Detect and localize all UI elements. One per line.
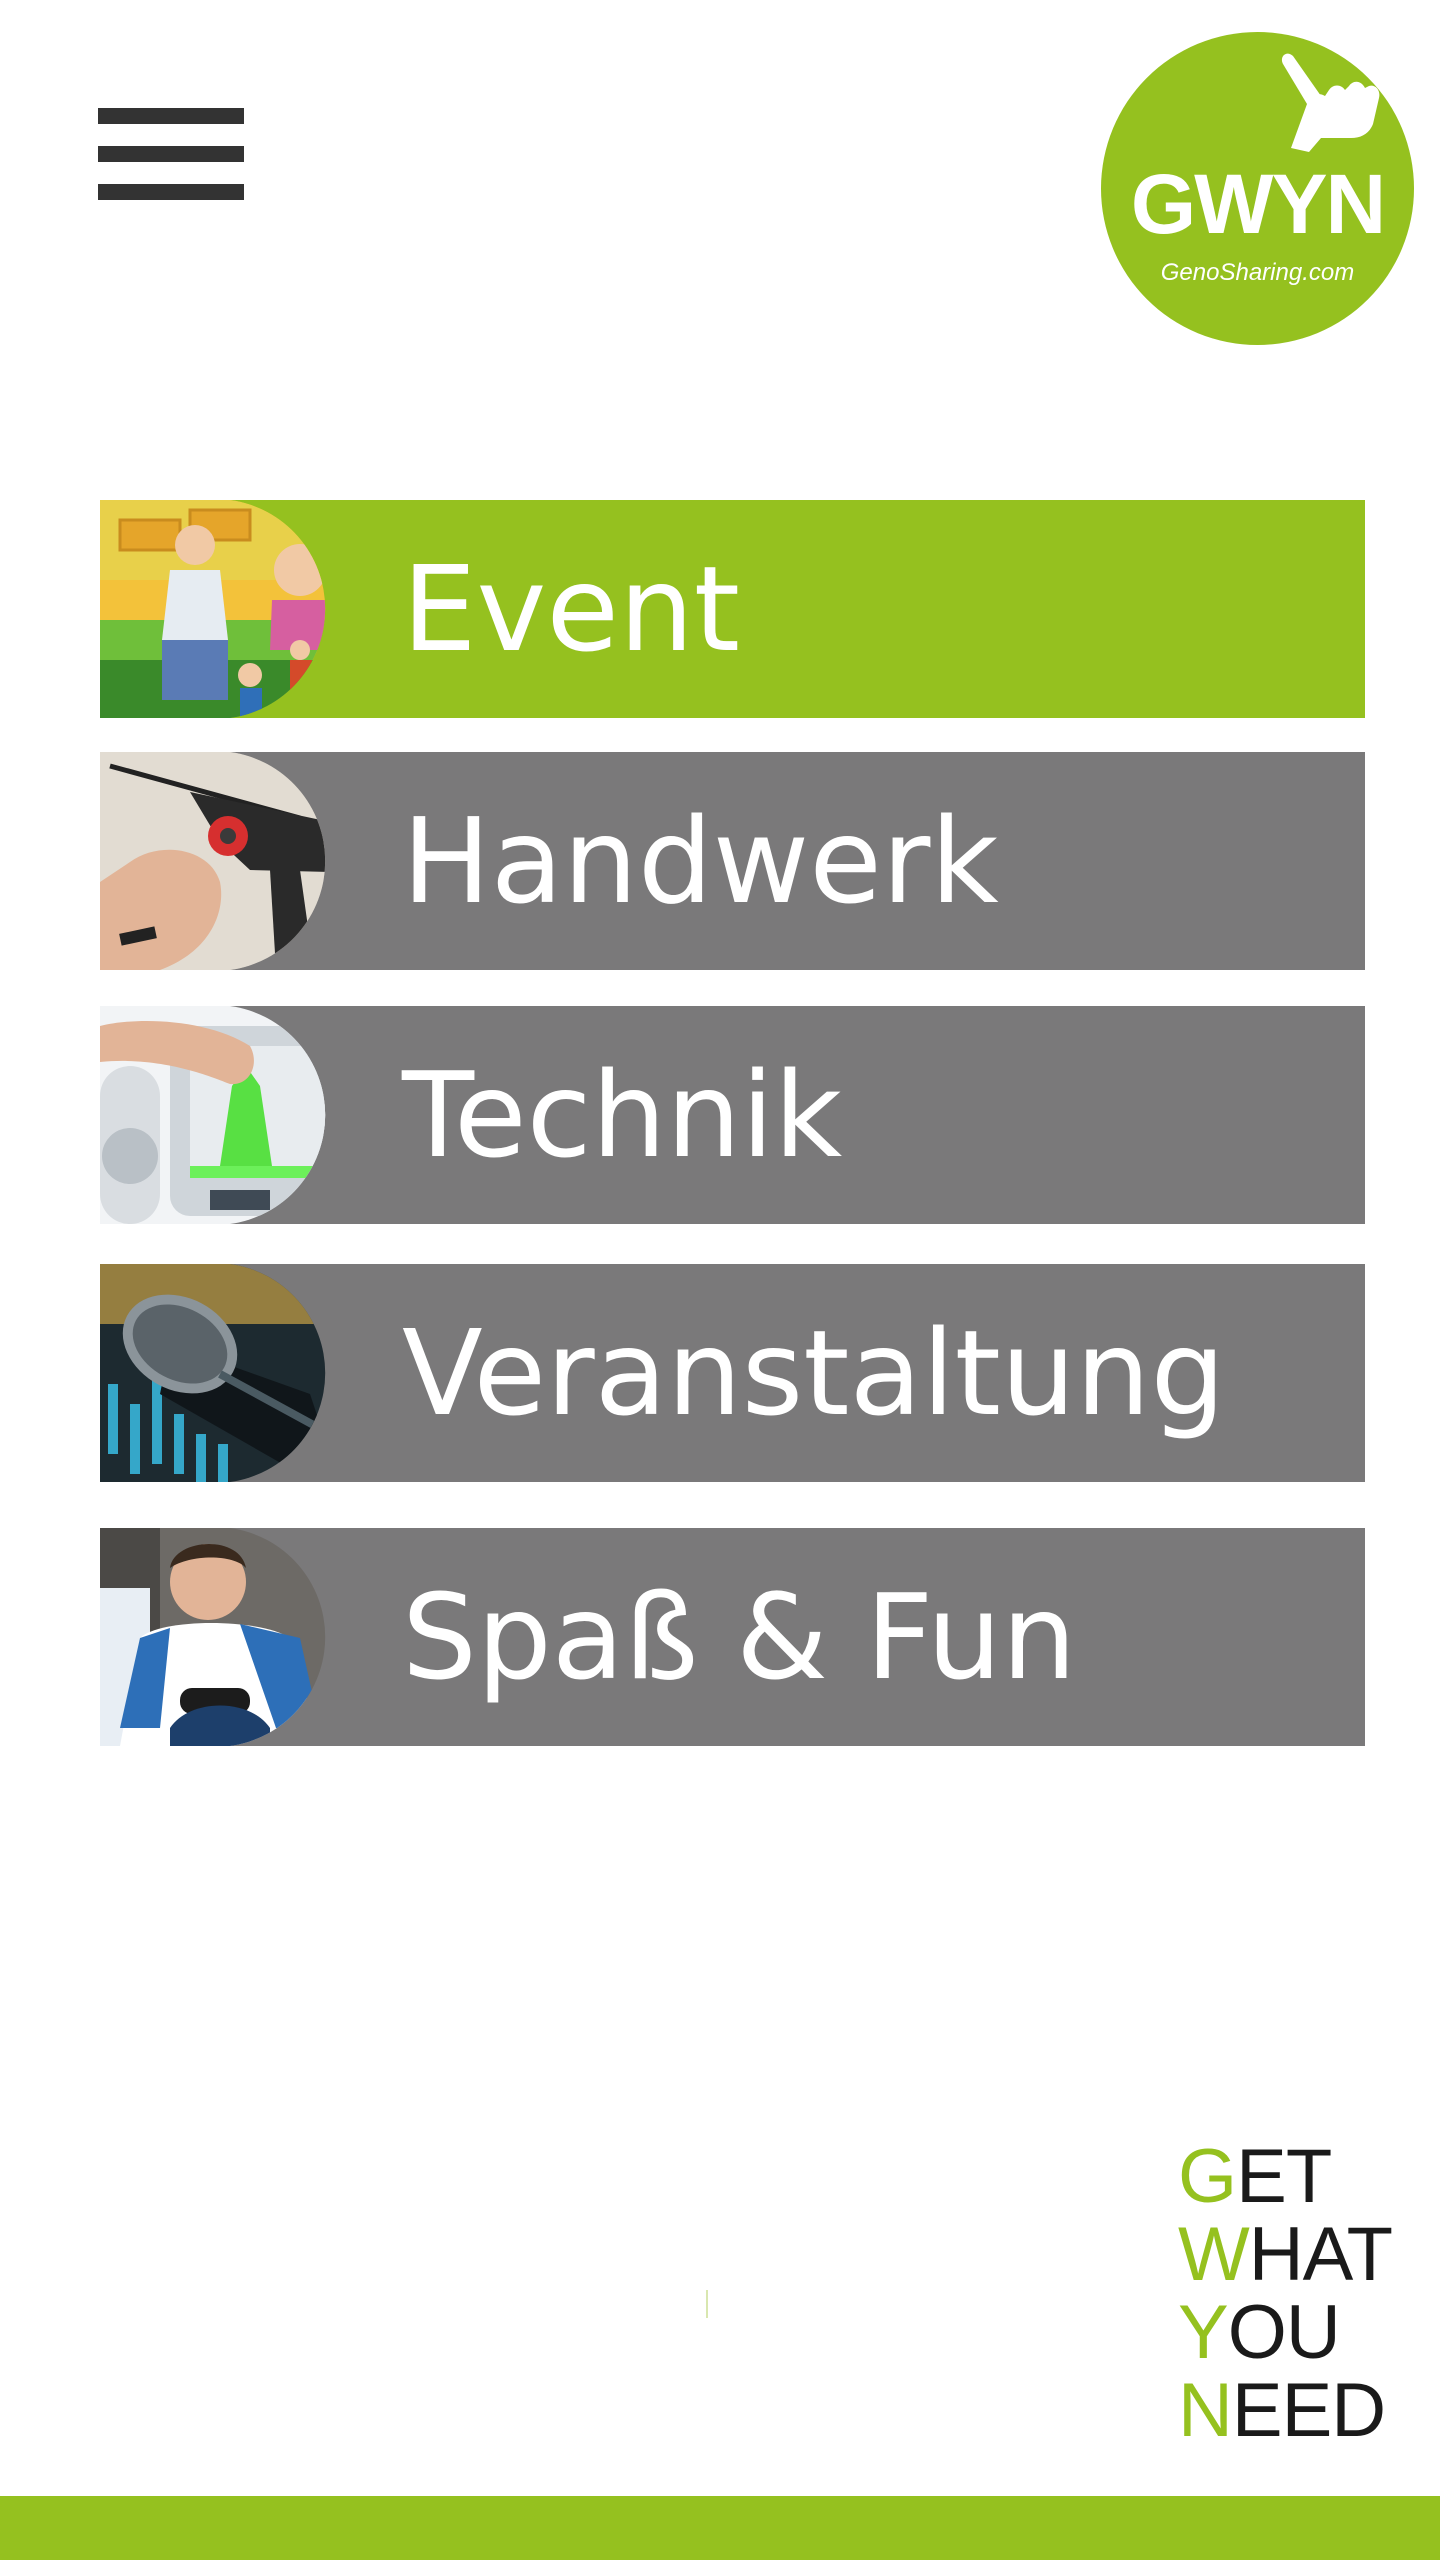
category-event[interactable]: Event [100, 500, 1365, 718]
children-bouncy-castle-photo [100, 500, 340, 718]
slogan-line-2: WHAT [1178, 2212, 1393, 2297]
category-label: Spaß & Fun [402, 1568, 1077, 1706]
gamer-man-photo [100, 1528, 340, 1746]
slogan-line-3: YOU [1178, 2290, 1341, 2375]
category-label: Veranstaltung [402, 1304, 1226, 1442]
category-spass-fun[interactable]: Spaß & Fun [100, 1528, 1365, 1746]
menu-bar-middle [98, 146, 244, 162]
logo-title: GWYN [1130, 157, 1386, 251]
power-drill-photo [100, 752, 340, 970]
3d-printer-photo [100, 1006, 340, 1224]
category-technik[interactable]: Technik [100, 1006, 1365, 1224]
slogan: GET WHAT YOU NEED [1178, 2138, 1428, 2450]
category-veranstaltung[interactable]: Veranstaltung [100, 1264, 1365, 1482]
microphone-mixer-photo [100, 1264, 340, 1482]
logo-subtitle: GenoSharing.com [1160, 259, 1355, 286]
menu-bar-bottom [98, 184, 244, 200]
hamburger-menu-icon[interactable] [98, 106, 244, 208]
category-handwerk[interactable]: Handwerk [100, 752, 1365, 970]
slogan-line-4: NEED [1178, 2368, 1386, 2453]
pointing-hand-icon [1281, 53, 1380, 152]
category-label: Technik [402, 1046, 843, 1184]
menu-bar-top [98, 108, 244, 124]
bottom-bar [0, 2496, 1440, 2560]
divider-mark [706, 2290, 708, 2318]
category-label: Event [402, 540, 741, 678]
slogan-line-1: GET [1178, 2134, 1332, 2219]
gwyn-logo[interactable]: GWYN GenoSharing.com [1101, 32, 1414, 345]
category-label: Handwerk [402, 792, 999, 930]
